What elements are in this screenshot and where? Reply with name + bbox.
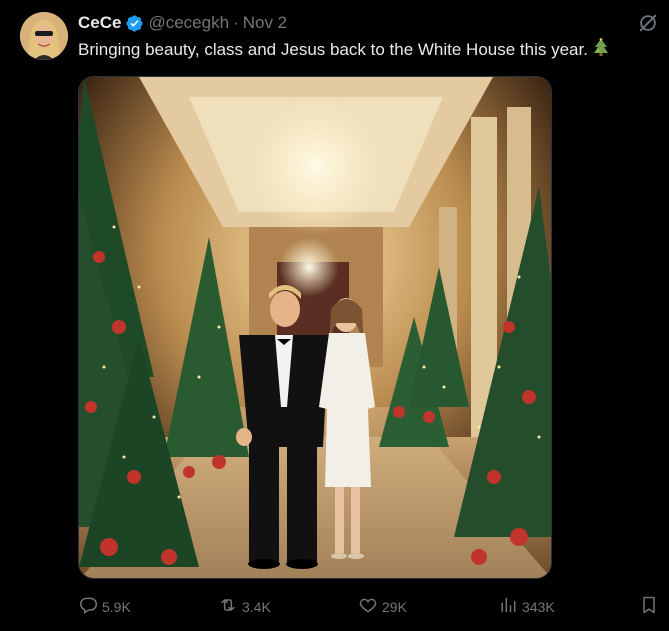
separator-dot: · <box>233 13 239 32</box>
verified-badge-icon <box>125 14 144 33</box>
repost-icon <box>218 595 238 618</box>
action-bar: 5.9K 3.4K 29K 343K <box>78 592 664 620</box>
tweet-text: Bringing beauty, class and Jesus back to… <box>78 38 610 64</box>
reply-button[interactable]: 5.9K <box>78 595 131 618</box>
like-button[interactable]: 29K <box>358 595 407 618</box>
avatar[interactable] <box>20 12 68 60</box>
tweet[interactable]: CeCe @cecegkh · Nov 2 Bringing beauty, c… <box>0 0 669 631</box>
bookmark-icon <box>639 595 659 618</box>
views-count: 343K <box>522 598 555 615</box>
like-count: 29K <box>382 598 407 615</box>
bookmark-button[interactable] <box>639 595 659 618</box>
repost-count: 3.4K <box>242 598 271 615</box>
reply-count: 5.9K <box>102 598 131 615</box>
reply-icon <box>78 595 98 618</box>
repost-button[interactable]: 3.4K <box>218 595 271 618</box>
handle[interactable]: @cecegkh <box>148 13 229 33</box>
tweet-header: CeCe @cecegkh · Nov 2 <box>78 12 287 34</box>
views-button[interactable]: 343K <box>498 595 555 618</box>
tweet-photo[interactable] <box>78 76 552 579</box>
timestamp[interactable]: Nov 2 <box>243 13 287 33</box>
display-name[interactable]: CeCe <box>78 13 121 33</box>
heart-icon <box>358 595 378 618</box>
christmas-tree-icon <box>592 38 610 64</box>
tweet-text-body: Bringing beauty, class and Jesus back to… <box>78 40 588 59</box>
views-icon <box>498 595 518 618</box>
grok-icon[interactable] <box>637 12 659 34</box>
